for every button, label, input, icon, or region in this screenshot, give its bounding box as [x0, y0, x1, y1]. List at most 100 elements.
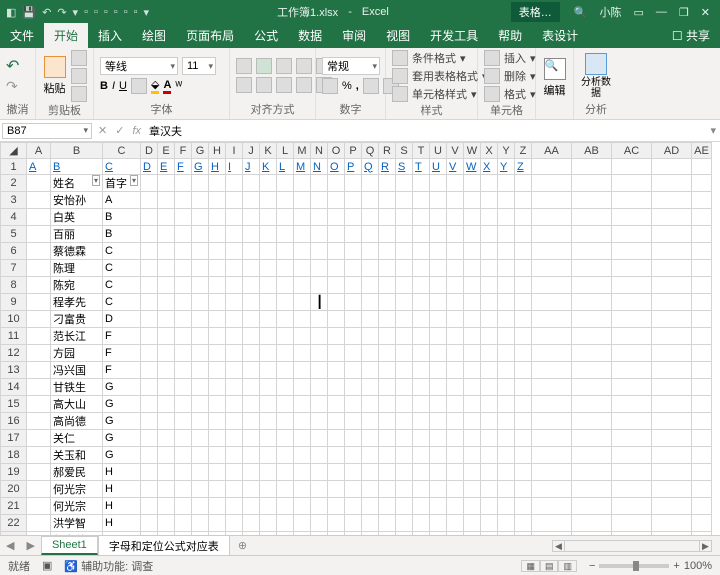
cell[interactable]: D — [103, 311, 141, 328]
cell[interactable]: 方园 — [51, 345, 103, 362]
cell[interactable]: 陈理 — [51, 260, 103, 277]
qat-more-icon[interactable]: ▾ — [73, 6, 79, 19]
cell[interactable]: 首字▾ — [103, 175, 141, 192]
align-bottom-icon[interactable] — [276, 58, 292, 74]
col-header[interactable]: Q — [362, 143, 379, 159]
col-header[interactable]: I — [226, 143, 243, 159]
share-button[interactable]: ☐ 共享 — [662, 23, 720, 48]
cell[interactable]: G — [103, 430, 141, 447]
col-header[interactable]: S — [396, 143, 413, 159]
cell[interactable]: 胡宝善 — [51, 532, 103, 536]
col-header[interactable]: M — [294, 143, 311, 159]
row-header[interactable]: 6 — [1, 243, 27, 260]
view-buttons[interactable]: ▦▤▥ — [521, 560, 577, 572]
cell[interactable]: B — [51, 159, 103, 175]
comma-icon[interactable]: , — [356, 80, 359, 92]
cell[interactable]: P — [345, 159, 362, 175]
number-format-select[interactable]: 常规 — [322, 57, 380, 75]
cell[interactable] — [572, 159, 612, 175]
copy-icon[interactable] — [71, 68, 87, 84]
cell[interactable]: V — [447, 159, 464, 175]
user-name[interactable]: 小陈 — [600, 4, 622, 20]
col-header[interactable]: A — [27, 143, 51, 159]
currency-icon[interactable] — [322, 78, 338, 94]
name-box[interactable]: B87 — [2, 123, 92, 139]
row-header[interactable]: 22 — [1, 515, 27, 532]
col-header[interactable]: L — [277, 143, 294, 159]
cancel-formula-icon[interactable]: ✕ — [98, 124, 107, 137]
row-header[interactable]: 1 — [1, 159, 27, 175]
select-all-corner[interactable]: ◢ — [1, 143, 27, 159]
accessibility-status[interactable]: ♿ 辅助功能: 调查 — [64, 558, 153, 574]
worksheet-grid[interactable]: ◢ABCDEFGHIJKLMNOPQRSTUVWXYZAAABACADAE1AB… — [0, 142, 720, 535]
border-button[interactable] — [131, 78, 147, 94]
maximize-button[interactable]: ❐ — [679, 6, 689, 19]
zoom-out-button[interactable]: − — [589, 560, 595, 572]
formula-bar-input[interactable] — [149, 125, 702, 137]
phonetic-button[interactable]: ᵂ — [175, 80, 182, 92]
font-name-select[interactable]: 等线 — [100, 57, 178, 75]
cell[interactable]: U — [430, 159, 447, 175]
sheet-nav-prev-icon[interactable]: ◀ — [0, 539, 20, 552]
cell[interactable]: C — [103, 277, 141, 294]
row-header[interactable]: 5 — [1, 226, 27, 243]
cell[interactable]: 姓名▾ — [51, 175, 103, 192]
cell[interactable]: 何光宗 — [51, 481, 103, 498]
cell[interactable]: G — [103, 413, 141, 430]
col-header[interactable]: O — [328, 143, 345, 159]
cell[interactable]: H — [103, 498, 141, 515]
close-button[interactable]: ✕ — [701, 6, 710, 19]
tab-layout[interactable]: 页面布局 — [176, 23, 244, 48]
col-header[interactable]: H — [209, 143, 226, 159]
col-header[interactable]: F — [175, 143, 192, 159]
cell[interactable]: Q — [362, 159, 379, 175]
cell[interactable] — [652, 159, 692, 175]
col-header[interactable]: AD — [652, 143, 692, 159]
cell[interactable]: 关仁 — [51, 430, 103, 447]
col-header[interactable]: E — [158, 143, 175, 159]
tab-formulas[interactable]: 公式 — [244, 23, 288, 48]
tab-file[interactable]: 文件 — [0, 23, 44, 48]
cell[interactable]: W — [464, 159, 481, 175]
cell[interactable]: 甘铁生 — [51, 379, 103, 396]
cell[interactable]: 冯兴国 — [51, 362, 103, 379]
cell[interactable]: H — [103, 464, 141, 481]
editing-button[interactable]: 🔍编辑 — [542, 58, 567, 98]
col-header[interactable]: N — [311, 143, 328, 159]
percent-icon[interactable]: % — [342, 80, 352, 92]
conditional-formatting-button[interactable]: 条件格式 ▾ — [392, 50, 488, 66]
sheet-tab-2[interactable]: 字母和定位公式对应表 — [98, 535, 230, 556]
cell[interactable]: D — [141, 159, 158, 175]
macro-rec-icon[interactable]: ▣ — [42, 559, 52, 572]
minimize-button[interactable]: — — [656, 6, 667, 18]
col-header[interactable]: V — [447, 143, 464, 159]
redo-icon[interactable]: ↷ — [57, 6, 66, 19]
undo-icon[interactable]: ↶ — [6, 56, 19, 76]
italic-button[interactable]: I — [112, 80, 115, 92]
cell[interactable]: 何光宗 — [51, 498, 103, 515]
cell[interactable]: X — [481, 159, 498, 175]
row-header[interactable]: 13 — [1, 362, 27, 379]
align-left-icon[interactable] — [236, 77, 252, 93]
col-header[interactable]: C — [103, 143, 141, 159]
col-header[interactable]: K — [260, 143, 277, 159]
format-as-table-button[interactable]: 套用表格格式 ▾ — [392, 68, 488, 84]
col-header[interactable]: AB — [572, 143, 612, 159]
row-header[interactable]: 7 — [1, 260, 27, 277]
cell[interactable]: 刁富贵 — [51, 311, 103, 328]
cell[interactable]: H — [209, 159, 226, 175]
bold-button[interactable]: B — [100, 80, 108, 92]
cell[interactable]: T — [413, 159, 430, 175]
ribbon-options-icon[interactable]: ▭ — [634, 6, 644, 19]
filter-icon[interactable]: ▾ — [130, 175, 138, 186]
cell[interactable]: O — [328, 159, 345, 175]
enter-formula-icon[interactable]: ✓ — [115, 124, 124, 137]
align-right-icon[interactable] — [276, 77, 292, 93]
align-center-icon[interactable] — [256, 77, 272, 93]
col-header[interactable]: P — [345, 143, 362, 159]
horizontal-scrollbar[interactable]: ◀▶ — [552, 540, 712, 552]
cell[interactable]: H — [103, 532, 141, 536]
sheet-nav-next-icon[interactable]: ▶ — [20, 539, 40, 552]
col-header[interactable]: X — [481, 143, 498, 159]
cell[interactable]: 高尚德 — [51, 413, 103, 430]
